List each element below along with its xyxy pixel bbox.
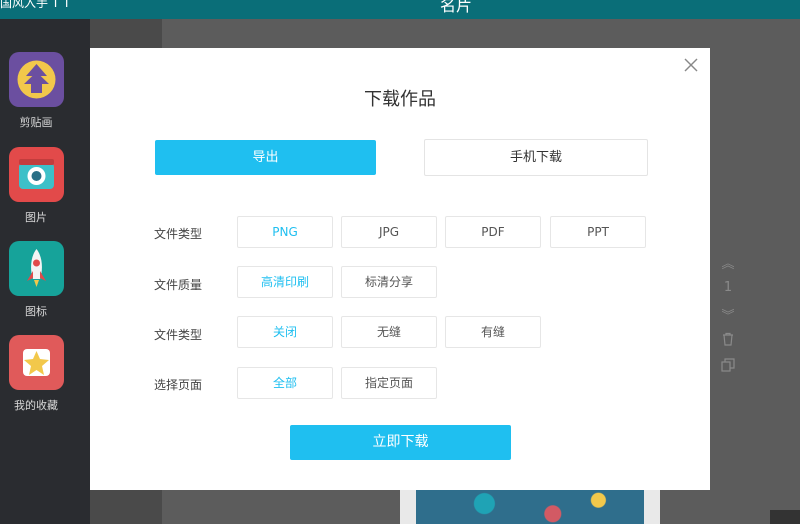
move-up-icon[interactable]: ︽ bbox=[720, 253, 736, 272]
star-icon bbox=[9, 335, 64, 390]
row-label-file-type-seam: 文件类型 bbox=[154, 328, 203, 342]
sidebar-item-label: 图片 bbox=[25, 211, 47, 224]
sidebar-item-images[interactable]: 图片 bbox=[0, 147, 90, 227]
option-all-pages[interactable]: 全部 bbox=[237, 367, 333, 399]
sidebar: 剪贴画 图片 图标 我的收藏 bbox=[0, 19, 90, 524]
option-png[interactable]: PNG bbox=[237, 216, 333, 248]
corner-panel bbox=[770, 510, 800, 524]
tab-export[interactable]: 导出 bbox=[155, 140, 376, 175]
top-bar-left-text: 国风入手 T T bbox=[0, 0, 71, 10]
sidebar-item-label: 图标 bbox=[25, 305, 47, 318]
page-number: 1 bbox=[723, 280, 733, 295]
option-ppt[interactable]: PPT bbox=[550, 216, 646, 248]
option-with-seam[interactable]: 有缝 bbox=[445, 316, 541, 348]
sidebar-item-label: 剪贴画 bbox=[19, 116, 53, 129]
option-off[interactable]: 关闭 bbox=[237, 316, 333, 348]
sidebar-item-icons[interactable]: 图标 bbox=[0, 241, 90, 321]
row-label-select-pages: 选择页面 bbox=[154, 378, 203, 392]
sidebar-item-favorites[interactable]: 我的收藏 bbox=[0, 335, 90, 415]
option-specific-pages[interactable]: 指定页面 bbox=[341, 367, 437, 399]
download-dialog: 下载作品 导出 手机下载 文件类型 PNG JPG PDF PPT 文件质量 高… bbox=[90, 48, 710, 490]
top-bar: 国风入手 T T 名片 bbox=[0, 0, 800, 19]
delete-icon[interactable] bbox=[720, 332, 736, 350]
tab-mobile-download[interactable]: 手机下载 bbox=[424, 139, 648, 176]
close-icon[interactable] bbox=[682, 56, 700, 74]
page-artwork bbox=[416, 490, 644, 524]
move-down-icon[interactable]: ︾ bbox=[720, 305, 736, 324]
camera-icon bbox=[9, 147, 64, 202]
sidebar-item-label: 我的收藏 bbox=[14, 399, 58, 412]
option-hd-print[interactable]: 高清印刷 bbox=[237, 266, 333, 298]
pagoda-icon bbox=[9, 52, 64, 107]
option-pdf[interactable]: PDF bbox=[445, 216, 541, 248]
row-label-file-type: 文件类型 bbox=[154, 227, 203, 241]
row-label-file-quality: 文件质量 bbox=[154, 278, 203, 292]
top-bar-title: 名片 bbox=[440, 0, 473, 15]
dialog-title: 下载作品 bbox=[364, 89, 436, 110]
copy-icon[interactable] bbox=[720, 358, 736, 376]
sidebar-item-clipart[interactable]: 剪贴画 bbox=[0, 52, 90, 132]
rocket-icon bbox=[9, 241, 64, 296]
option-seamless[interactable]: 无缝 bbox=[341, 316, 437, 348]
option-sd-share[interactable]: 标清分享 bbox=[341, 266, 437, 298]
option-jpg[interactable]: JPG bbox=[341, 216, 437, 248]
download-now-button[interactable]: 立即下载 bbox=[290, 425, 511, 460]
